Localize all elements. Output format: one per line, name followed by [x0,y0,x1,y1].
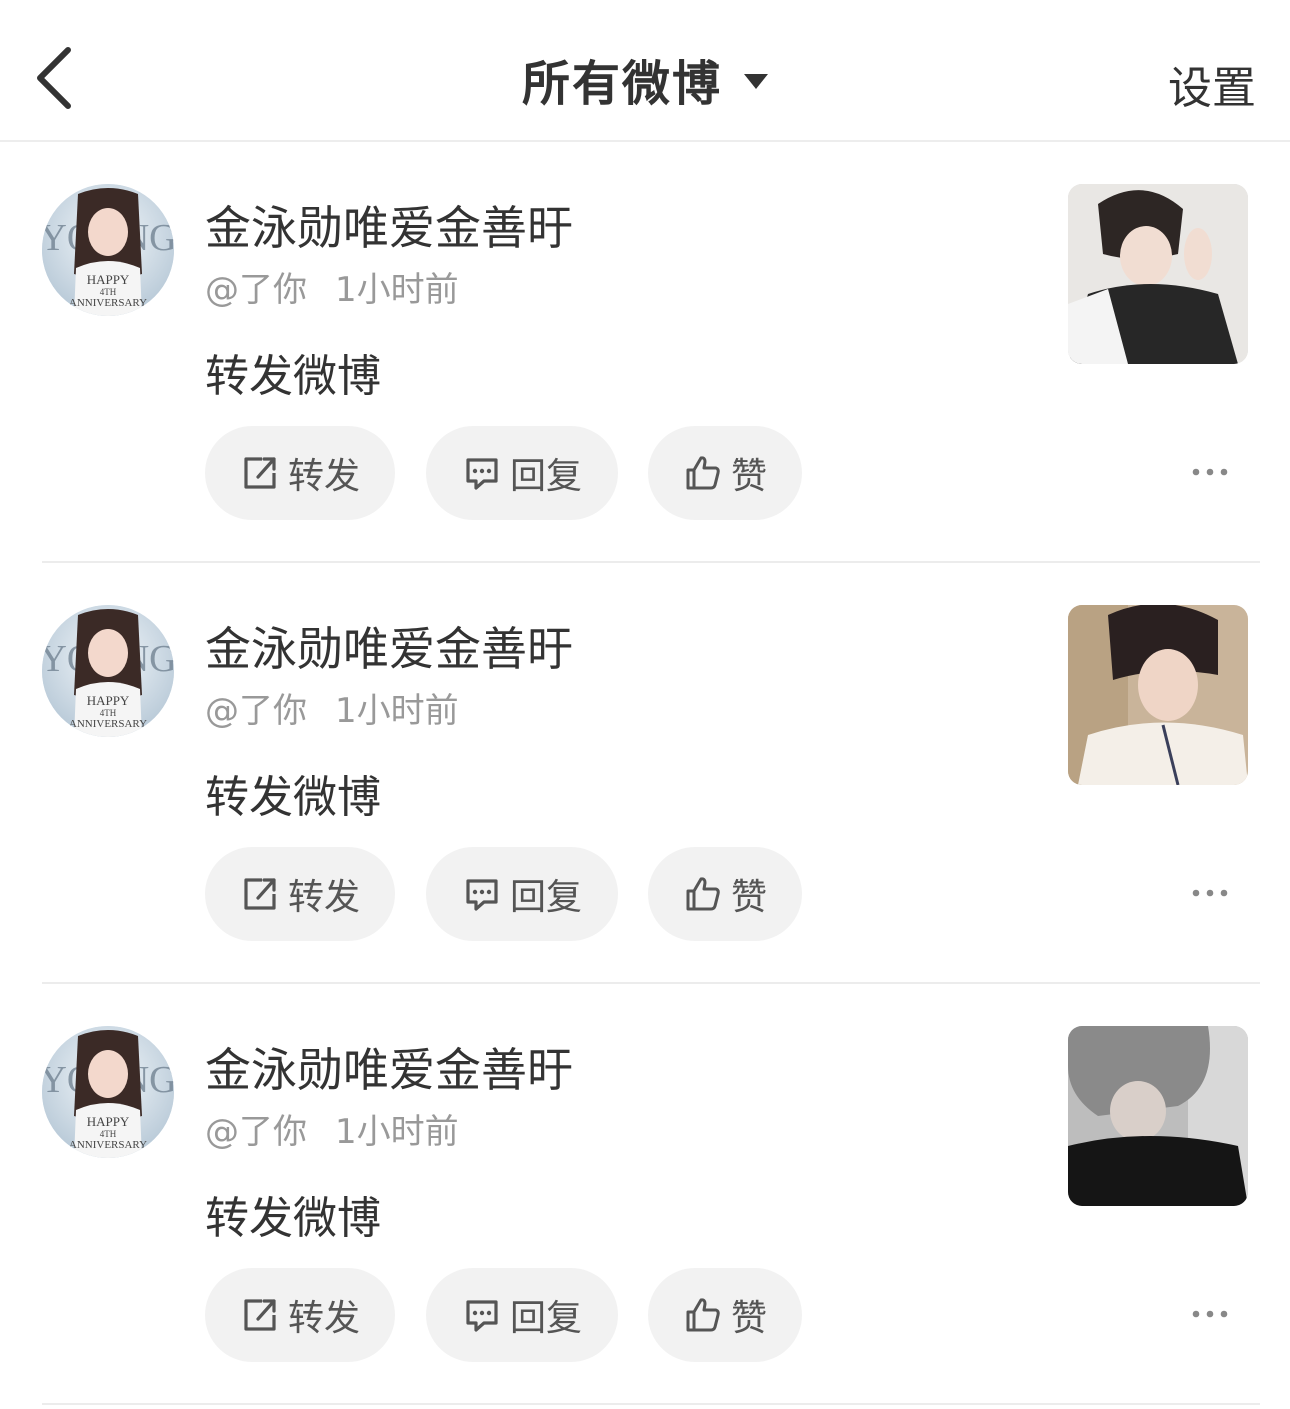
avatar[interactable]: YOUNG HAPPY 4TH ANNIVERSARY [42,1026,174,1158]
post-time: 1小时前 [335,270,459,310]
post-card[interactable]: YOUNG HAPPY 4TH ANNIVERSARY 金泳勋唯爱金善旴 @了你… [0,984,1290,1405]
settings-button[interactable]: 设置 [1168,52,1256,116]
page-title: 所有微博 [521,56,722,112]
more-options-button[interactable] [1190,460,1230,484]
comment-icon [466,1300,498,1332]
more-options-button[interactable] [1190,881,1230,905]
post-handle[interactable]: @了你 [205,270,307,310]
post-content: 转发微博 [205,772,381,823]
svg-text:4TH: 4TH [100,708,117,718]
post-time: 1小时前 [335,1112,459,1152]
thumbs-up-icon [686,877,720,911]
share-icon [244,1299,276,1331]
post-username[interactable]: 金泳勋唯爱金善旴 [205,613,573,679]
repost-button[interactable]: 转发 [205,847,395,941]
post-card[interactable]: YOUNG HAPPY 4TH ANNIVERSARY 金泳勋唯爱金善旴 @了你… [0,142,1290,563]
like-button[interactable]: 赞 [648,1268,802,1362]
comment-icon [466,458,498,490]
more-dots-icon [1192,468,1228,476]
reply-button[interactable]: 回复 [426,1268,618,1362]
post-meta: @了你 1小时前 [205,683,459,732]
share-icon [244,878,276,910]
svg-text:HAPPY: HAPPY [87,1114,130,1129]
post-meta: @了你 1小时前 [205,262,459,311]
post-handle[interactable]: @了你 [205,691,307,731]
thumbs-up-icon [686,1298,720,1332]
post-thumbnail[interactable] [1068,605,1248,785]
divider [42,1403,1260,1405]
avatar[interactable]: YOUNG HAPPY 4TH ANNIVERSARY [42,184,174,316]
post-username[interactable]: 金泳勋唯爱金善旴 [205,1034,573,1100]
post-card[interactable]: YOUNG HAPPY 4TH ANNIVERSARY 金泳勋唯爱金善旴 @了你… [0,563,1290,984]
post-thumbnail[interactable] [1068,1026,1248,1206]
like-button[interactable]: 赞 [648,426,802,520]
feed-filter-dropdown[interactable]: 所有微博 [0,44,1290,114]
repost-button[interactable]: 转发 [205,426,395,520]
post-thumbnail[interactable] [1068,184,1248,364]
more-dots-icon [1192,889,1228,897]
more-options-button[interactable] [1190,1302,1230,1326]
svg-text:ANNIVERSARY: ANNIVERSARY [69,297,147,309]
svg-text:4TH: 4TH [100,287,117,297]
post-time: 1小时前 [335,691,459,731]
avatar[interactable]: YOUNG HAPPY 4TH ANNIVERSARY [42,605,174,737]
reply-button[interactable]: 回复 [426,426,618,520]
post-meta: @了你 1小时前 [205,1104,459,1153]
post-username[interactable]: 金泳勋唯爱金善旴 [205,192,573,258]
share-icon [244,457,276,489]
post-handle[interactable]: @了你 [205,1112,307,1152]
dropdown-caret-icon [744,73,768,89]
like-button[interactable]: 赞 [648,847,802,941]
comment-icon [466,879,498,911]
svg-text:HAPPY: HAPPY [87,272,130,287]
top-nav-bar: 所有微博 设置 [0,0,1290,142]
reply-button[interactable]: 回复 [426,847,618,941]
repost-button[interactable]: 转发 [205,1268,395,1362]
thumbs-up-icon [686,456,720,490]
more-dots-icon [1192,1310,1228,1318]
post-content: 转发微博 [205,351,381,402]
svg-text:ANNIVERSARY: ANNIVERSARY [69,718,147,730]
svg-text:HAPPY: HAPPY [87,693,130,708]
svg-text:4TH: 4TH [100,1129,117,1139]
post-content: 转发微博 [205,1193,381,1244]
svg-text:ANNIVERSARY: ANNIVERSARY [69,1139,147,1151]
